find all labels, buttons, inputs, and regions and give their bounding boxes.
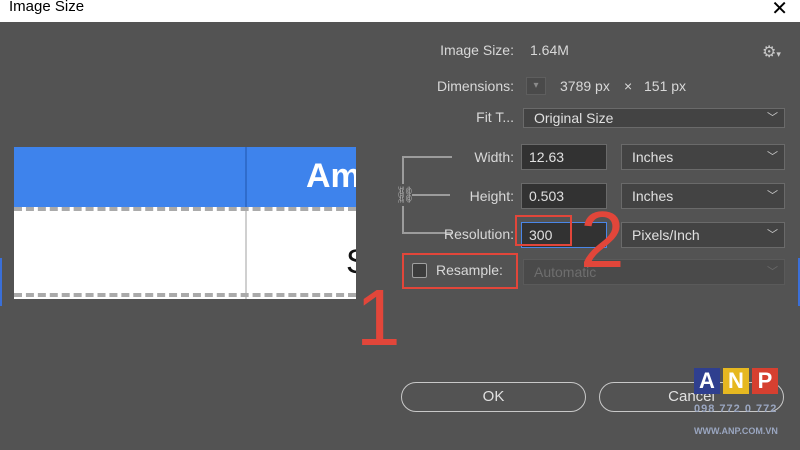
title-bar: Image Size ✕ [0,0,800,22]
dimensions-label: Dimensions: [436,78,514,94]
resample-method-select: Automatic ﹀ [523,259,785,285]
chevron-down-icon: ﹀ [767,190,778,202]
preview-header-band [14,147,356,207]
watermark-phone: 098 772 0 772 [694,403,778,415]
width-unit-select[interactable]: Inches ﹀ [621,144,785,170]
image-size-label: Image Size: [440,42,514,58]
fit-to-select[interactable]: Original Size ﹀ [523,108,785,128]
fit-to-value: Original Size [534,110,614,126]
close-icon[interactable]: ✕ [771,0,788,21]
gear-icon[interactable]: ⚙▾ [762,42,781,62]
preview-text-bottom: S [346,243,356,282]
annotation-number-2: 2 [580,195,625,284]
chevron-down-icon: ﹀ [767,266,778,278]
chevron-down-icon: ﹀ [767,229,778,241]
preview-dash-bottom [14,293,356,297]
dimensions-x: × [624,78,633,94]
watermark-a: A [694,368,720,394]
dimensions-height: 151 px [644,78,687,94]
width-unit-value: Inches [632,149,674,165]
dimensions-width: 3789 px [560,78,610,94]
highlight-box-resample [402,253,518,289]
resolution-unit-value: Pixels/Inch [632,227,700,243]
height-unit-select[interactable]: Inches ﹀ [621,183,785,209]
image-size-value: 1.64M [530,42,569,58]
fit-to-label: Fit T... [476,109,514,125]
chevron-down-icon: ﹀ [767,151,778,163]
watermark-site: WWW.ANP.COM.VN [694,426,778,436]
resolution-unit-select[interactable]: Pixels/Inch ﹀ [621,222,785,248]
watermark-p: P [752,368,778,394]
watermark-n: N [723,368,749,394]
chevron-down-icon: ﹀ [767,112,778,124]
width-field[interactable]: 12.63 [521,144,607,170]
ok-button[interactable]: OK [401,382,586,412]
preview-dash-top [14,207,356,211]
preview-divider-top [245,147,247,207]
highlight-box-resolution [515,215,572,246]
preview-text-top: Am [306,157,356,195]
height-unit-value: Inches [632,188,674,204]
window-title: Image Size [9,0,85,15]
width-label: Width: [474,149,514,165]
image-preview[interactable]: Am S [14,147,356,299]
dimensions-chevron-icon[interactable]: ▾ [526,77,546,95]
height-label: Height: [469,188,514,204]
resolution-label: Resolution: [443,226,514,242]
annotation-number-1: 1 [356,273,401,362]
